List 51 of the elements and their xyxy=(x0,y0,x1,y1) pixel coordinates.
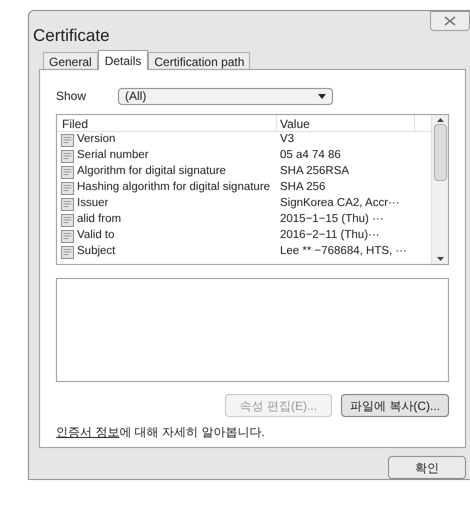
field-value: V3 xyxy=(279,132,294,148)
certificate-icon xyxy=(61,246,74,258)
field-value: 2016−2−11 (Thu)··· xyxy=(279,228,380,244)
window-title: Certificate xyxy=(33,25,110,47)
list-row[interactable]: Hashing algorithm for digital signature SHA 256 xyxy=(57,180,431,196)
field-name: Serial number xyxy=(77,148,149,164)
certificate-icon xyxy=(61,230,74,242)
show-dropdown[interactable]: (All) xyxy=(118,88,333,104)
column-header[interactable]: Value xyxy=(277,115,415,131)
tab[interactable]: Details xyxy=(98,50,148,70)
dropdown-arrow-icon xyxy=(318,94,326,98)
close-button[interactable] xyxy=(430,11,470,31)
action-button[interactable]: 파일에 복사(C)... xyxy=(341,394,449,417)
field-value: 05 a4 74 86 xyxy=(279,148,341,164)
scroll-thumb[interactable] xyxy=(434,124,446,181)
certificate-icon xyxy=(61,166,74,178)
certificate-icon xyxy=(61,214,74,226)
list-row[interactable]: Serial number 05 a4 74 86 xyxy=(57,148,431,164)
scroll-down-icon xyxy=(436,257,444,261)
field-name: alid from xyxy=(77,212,122,228)
certificate-icon xyxy=(61,198,74,210)
learn-more-text: 인증서 정보에 대해 자세히 알아봅니다. xyxy=(56,424,266,441)
list-row[interactable]: Algorithm for digital signature SHA 256RSA xyxy=(57,164,431,180)
list-row[interactable]: Version V3 xyxy=(57,132,431,148)
field-value: 2015−1−15 (Thu) ··· xyxy=(279,212,384,228)
scrollbar[interactable] xyxy=(431,115,448,264)
certificate-icon xyxy=(61,134,74,146)
field-name: Issuer xyxy=(77,196,108,212)
field-value: SHA 256RSA xyxy=(279,164,350,180)
field-value: SignKorea CA2, Accr··· xyxy=(279,196,400,212)
field-name: Algorithm for digital signature xyxy=(77,164,226,180)
field-value: SHA 256 xyxy=(279,180,326,196)
field-name: Version xyxy=(77,132,116,148)
field-name: Valid to xyxy=(77,228,115,244)
list-row[interactable]: alid from 2015−1−15 (Thu) ··· xyxy=(57,212,431,228)
list-row[interactable]: Subject Lee ** −768684, HTS, ··· xyxy=(57,244,431,260)
field-name: Subject xyxy=(77,244,116,260)
column-header[interactable]: Filed xyxy=(57,115,277,131)
close-icon xyxy=(444,16,456,26)
certificate-icon xyxy=(61,182,74,194)
show-label: Show xyxy=(56,88,88,105)
list-row[interactable]: Valid to 2016−2−11 (Thu)··· xyxy=(57,228,431,244)
field-value: Lee ** −768684, HTS, ··· xyxy=(279,244,407,260)
certificate-info-link[interactable]: 인증서 정보 xyxy=(56,425,120,439)
certificate-icon xyxy=(61,150,74,162)
ok-button[interactable]: 확인 xyxy=(388,456,466,479)
list-row[interactable]: Issuer SignKorea CA2, Accr··· xyxy=(57,196,431,212)
field-name: Hashing algorithm for digital signature xyxy=(77,180,270,196)
scroll-up-icon xyxy=(436,118,444,122)
tab[interactable]: Certification path xyxy=(148,52,250,69)
tab[interactable]: General xyxy=(43,52,98,69)
